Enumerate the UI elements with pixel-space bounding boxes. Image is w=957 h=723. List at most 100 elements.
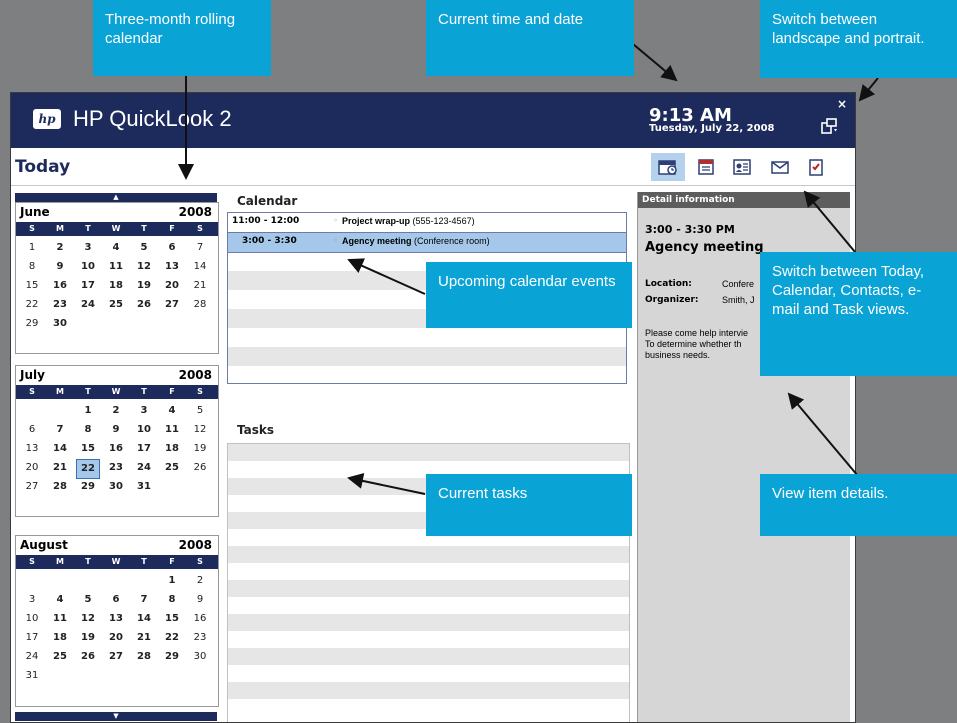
calendar-day[interactable]: 23 bbox=[48, 296, 72, 314]
calendar-day[interactable]: 31 bbox=[132, 478, 156, 496]
tasks-view-button[interactable] bbox=[799, 153, 833, 181]
calendar-day[interactable]: 27 bbox=[160, 296, 184, 314]
calendar-day[interactable]: 3 bbox=[76, 239, 100, 257]
calendar-day[interactable]: 12 bbox=[132, 258, 156, 276]
calendar-day[interactable]: 27 bbox=[20, 478, 44, 496]
calendar-day[interactable]: 6 bbox=[20, 421, 44, 439]
calendar-day[interactable]: 20 bbox=[160, 277, 184, 295]
calendar-day[interactable]: 31 bbox=[20, 667, 44, 685]
calendar-day[interactable]: 4 bbox=[48, 591, 72, 609]
calendar-day[interactable]: 10 bbox=[132, 421, 156, 439]
calendar-day[interactable]: 3 bbox=[20, 591, 44, 609]
calendar-day[interactable]: 21 bbox=[188, 277, 212, 295]
calendar-day[interactable]: 2 bbox=[48, 239, 72, 257]
calendar-day[interactable]: 12 bbox=[188, 421, 212, 439]
calendar-day[interactable]: 5 bbox=[132, 239, 156, 257]
calendar-day-today[interactable]: 22 bbox=[76, 459, 100, 479]
task-row[interactable] bbox=[228, 682, 629, 699]
calendar-day[interactable]: 18 bbox=[104, 277, 128, 295]
calendar-day[interactable]: 17 bbox=[76, 277, 100, 295]
calendar-event-row-selected[interactable]: 3:00 - 3:30 ◦ Agency meeting (Conference… bbox=[228, 232, 626, 253]
calendar-day[interactable]: 15 bbox=[76, 440, 100, 458]
calendar-day[interactable]: 13 bbox=[20, 440, 44, 458]
calendar-day[interactable]: 26 bbox=[188, 459, 212, 477]
calendar-day[interactable]: 12 bbox=[76, 610, 100, 628]
calendar-day[interactable]: 19 bbox=[76, 629, 100, 647]
calendar-day[interactable]: 29 bbox=[20, 315, 44, 333]
calendar-day[interactable]: 6 bbox=[104, 591, 128, 609]
calendar-day[interactable]: 20 bbox=[104, 629, 128, 647]
calendar-day[interactable]: 2 bbox=[104, 402, 128, 420]
calendar-day[interactable]: 29 bbox=[160, 648, 184, 666]
calendar-day[interactable]: 25 bbox=[160, 459, 184, 477]
calendar-day[interactable]: 4 bbox=[104, 239, 128, 257]
task-row[interactable] bbox=[228, 546, 629, 563]
calendar-day[interactable]: 21 bbox=[48, 459, 72, 477]
task-row[interactable] bbox=[228, 614, 629, 631]
calendar-day[interactable]: 15 bbox=[160, 610, 184, 628]
calendar-day[interactable]: 9 bbox=[48, 258, 72, 276]
calendar-day[interactable]: 2 bbox=[188, 572, 212, 590]
contacts-view-button[interactable] bbox=[725, 153, 759, 181]
calendar-day[interactable]: 24 bbox=[20, 648, 44, 666]
email-view-button[interactable] bbox=[763, 153, 797, 181]
calendar-day[interactable]: 19 bbox=[132, 277, 156, 295]
calendar-day[interactable]: 24 bbox=[132, 459, 156, 477]
calendar-day[interactable]: 28 bbox=[48, 478, 72, 496]
calendar-day[interactable]: 27 bbox=[104, 648, 128, 666]
calendar-day[interactable]: 1 bbox=[76, 402, 100, 420]
calendar-day[interactable]: 23 bbox=[104, 459, 128, 477]
calendar-day[interactable]: 13 bbox=[104, 610, 128, 628]
calendar-day[interactable]: 16 bbox=[48, 277, 72, 295]
calendar-day[interactable]: 30 bbox=[188, 648, 212, 666]
calendar-day[interactable]: 23 bbox=[188, 629, 212, 647]
calendar-day[interactable]: 30 bbox=[104, 478, 128, 496]
calendar-day[interactable]: 17 bbox=[20, 629, 44, 647]
calendar-scroll-up[interactable]: ▲ bbox=[15, 193, 217, 202]
rotate-orientation-icon[interactable] bbox=[820, 117, 838, 135]
task-row[interactable] bbox=[228, 648, 629, 665]
calendar-day[interactable]: 6 bbox=[160, 239, 184, 257]
calendar-day[interactable]: 9 bbox=[104, 421, 128, 439]
calendar-day[interactable]: 5 bbox=[188, 402, 212, 420]
calendar-day[interactable]: 14 bbox=[48, 440, 72, 458]
calendar-day[interactable]: 8 bbox=[20, 258, 44, 276]
today-view-button[interactable] bbox=[651, 153, 685, 181]
calendar-day[interactable]: 24 bbox=[76, 296, 100, 314]
calendar-day[interactable]: 3 bbox=[132, 402, 156, 420]
calendar-day[interactable]: 14 bbox=[188, 258, 212, 276]
calendar-day[interactable]: 8 bbox=[160, 591, 184, 609]
calendar-day[interactable]: 28 bbox=[188, 296, 212, 314]
calendar-day[interactable]: 8 bbox=[76, 421, 100, 439]
calendar-day[interactable]: 16 bbox=[104, 440, 128, 458]
calendar-day[interactable]: 16 bbox=[188, 610, 212, 628]
calendar-day[interactable]: 14 bbox=[132, 610, 156, 628]
calendar-day[interactable]: 18 bbox=[160, 440, 184, 458]
calendar-day[interactable]: 5 bbox=[76, 591, 100, 609]
calendar-view-button[interactable] bbox=[689, 153, 723, 181]
calendar-day[interactable]: 30 bbox=[48, 315, 72, 333]
calendar-day[interactable]: 26 bbox=[132, 296, 156, 314]
calendar-day[interactable]: 26 bbox=[76, 648, 100, 666]
calendar-day[interactable]: 10 bbox=[76, 258, 100, 276]
calendar-day[interactable]: 22 bbox=[20, 296, 44, 314]
calendar-day[interactable]: 9 bbox=[188, 591, 212, 609]
task-row[interactable] bbox=[228, 444, 629, 461]
calendar-day[interactable]: 1 bbox=[20, 239, 44, 257]
calendar-day[interactable]: 7 bbox=[48, 421, 72, 439]
calendar-day[interactable]: 17 bbox=[132, 440, 156, 458]
calendar-day[interactable]: 1 bbox=[160, 572, 184, 590]
calendar-day[interactable]: 28 bbox=[132, 648, 156, 666]
calendar-event-row[interactable]: 11:00 - 12:00 ◦ Project wrap-up (555-123… bbox=[228, 213, 626, 232]
task-row[interactable] bbox=[228, 580, 629, 597]
calendar-day[interactable]: 19 bbox=[188, 440, 212, 458]
calendar-day[interactable]: 22 bbox=[160, 629, 184, 647]
calendar-day[interactable]: 15 bbox=[20, 277, 44, 295]
calendar-day[interactable]: 21 bbox=[132, 629, 156, 647]
calendar-day[interactable]: 7 bbox=[132, 591, 156, 609]
close-icon[interactable]: × bbox=[837, 98, 847, 110]
calendar-day[interactable]: 11 bbox=[48, 610, 72, 628]
calendar-scroll-down[interactable]: ▼ bbox=[15, 712, 217, 721]
calendar-day[interactable]: 20 bbox=[20, 459, 44, 477]
calendar-day[interactable]: 10 bbox=[20, 610, 44, 628]
